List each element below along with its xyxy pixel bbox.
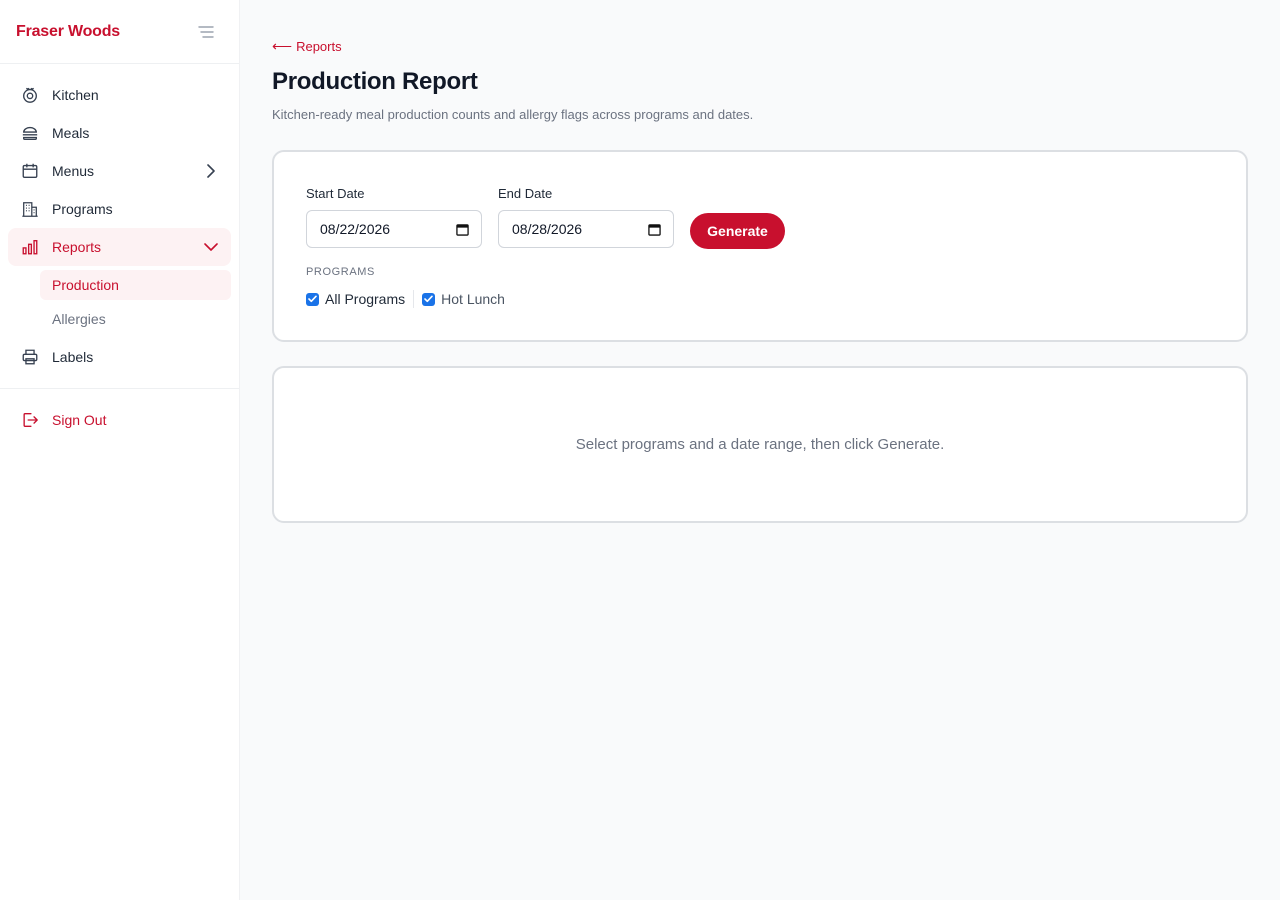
kitchen-icon	[20, 85, 40, 105]
sidebar-item-programs[interactable]: Programs	[8, 190, 231, 228]
all-programs-checkbox[interactable]: All Programs	[306, 291, 405, 307]
meals-icon	[20, 123, 40, 143]
sidebar-item-label: Labels	[52, 349, 94, 365]
end-date-label: End Date	[498, 186, 553, 201]
checkbox-label: All Programs	[325, 291, 406, 307]
end-date-field: End Date 08/28/2026	[498, 186, 674, 248]
checkbox-label: Hot Lunch	[441, 291, 505, 307]
generate-button[interactable]: Generate	[690, 213, 785, 249]
sidebar-item-meals[interactable]: Meals	[8, 114, 231, 152]
building-icon	[20, 199, 40, 219]
sidebar-item-label: Reports	[52, 239, 102, 255]
sign-out-label: Sign Out	[52, 412, 107, 428]
checkbox-checked-icon[interactable]	[422, 292, 436, 306]
menu-toggle-icon[interactable]	[197, 23, 215, 41]
sidebar-item-labels[interactable]: Labels	[8, 338, 231, 376]
start-date-value: 08/22/2026	[320, 221, 391, 237]
sidebar-item-reports[interactable]: Reports	[8, 228, 231, 266]
sidebar-divider	[0, 388, 239, 389]
page-title: Production Report	[272, 68, 478, 95]
empty-state-message: Select programs and a date range, then c…	[575, 436, 945, 453]
sidebar: Fraser Woods Kitchen Meals Menus Program…	[0, 0, 240, 900]
brand-logo[interactable]: Fraser Woods	[16, 23, 120, 41]
sign-out-button[interactable]: Sign Out	[8, 401, 231, 439]
back-to-reports-link[interactable]: ⟵ Reports	[272, 38, 342, 55]
sidebar-subitem-label: Allergies	[52, 311, 106, 327]
checkbox-divider	[413, 290, 415, 308]
calendar-picker-icon[interactable]	[647, 222, 661, 236]
end-date-input[interactable]: 08/28/2026	[498, 210, 674, 248]
sidebar-item-label: Meals	[52, 125, 90, 141]
calendar-picker-icon[interactable]	[455, 222, 469, 236]
sign-out-icon	[20, 410, 40, 430]
start-date-input[interactable]: 08/22/2026	[306, 210, 482, 248]
calendar-icon	[20, 161, 40, 181]
hot-lunch-checkbox[interactable]: Hot Lunch	[422, 291, 505, 307]
sidebar-item-label: Kitchen	[52, 87, 99, 103]
sidebar-header: Fraser Woods	[0, 0, 239, 64]
filter-card: Start Date 08/22/2026 End Date 08/28/202…	[272, 150, 1248, 342]
sidebar-item-kitchen[interactable]: Kitchen	[8, 76, 231, 114]
sidebar-subitem-allergies[interactable]: Allergies	[40, 304, 231, 334]
page-subtitle: Kitchen-ready meal production counts and…	[272, 107, 754, 122]
results-card: Select programs and a date range, then c…	[272, 366, 1248, 523]
sidebar-item-label: Programs	[52, 201, 113, 217]
sidebar-nav: Kitchen Meals Menus Programs Reports Pro…	[0, 64, 239, 439]
sidebar-subitem-production[interactable]: Production	[40, 270, 231, 300]
chevron-down-icon[interactable]	[203, 239, 219, 255]
checkbox-checked-icon[interactable]	[306, 292, 319, 306]
sidebar-item-label: Menus	[52, 163, 95, 179]
chevron-right-icon[interactable]	[203, 163, 219, 179]
back-link-label: Reports	[296, 39, 342, 54]
end-date-value: 08/28/2026	[512, 221, 583, 237]
sidebar-subitem-label: Production	[52, 277, 119, 293]
printer-icon	[20, 347, 40, 367]
sidebar-item-menus[interactable]: Menus	[8, 152, 231, 190]
programs-checkbox-group: All Programs Hot Lunch	[306, 290, 505, 308]
bar-chart-icon	[20, 237, 40, 257]
start-date-label: Start Date	[306, 186, 365, 201]
start-date-field: Start Date 08/22/2026	[306, 186, 482, 248]
programs-label: PROGRAMS	[306, 266, 375, 278]
arrow-left-icon: ⟵	[272, 38, 293, 54]
